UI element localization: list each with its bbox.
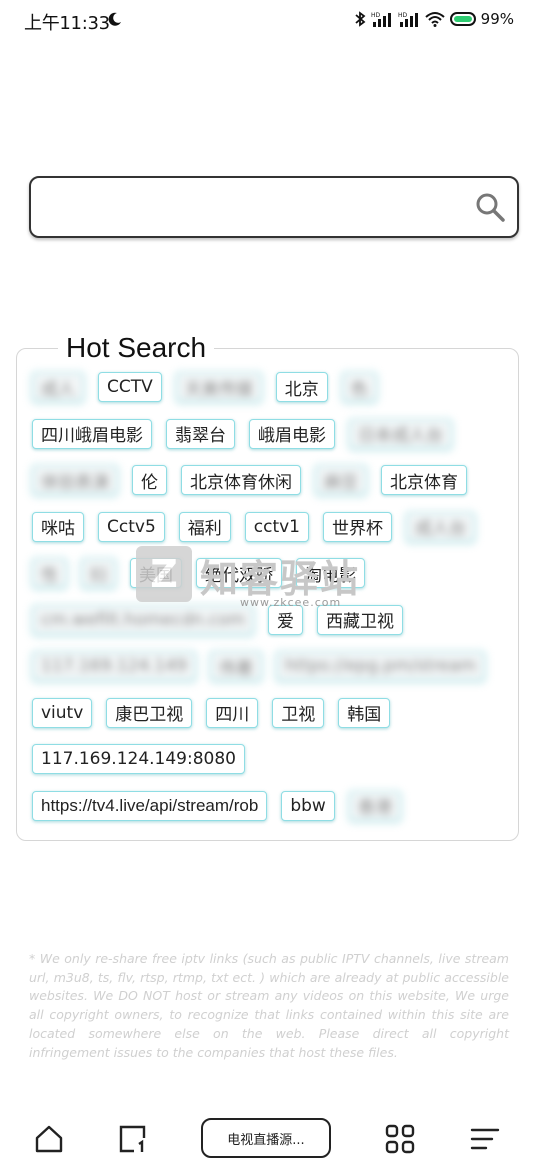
search-box	[29, 176, 519, 238]
hot-search-tag[interactable]: 四川	[206, 697, 259, 728]
hot-search-tag[interactable]: cm.wefilt.homecdn.com	[32, 604, 254, 635]
hot-search-tag[interactable]: 爱	[268, 604, 303, 635]
hot-search-tag[interactable]: 麻豆	[315, 465, 367, 495]
hot-search-tag[interactable]: 峨眉电影	[249, 418, 335, 449]
hot-search-tag[interactable]: 北京体育休闲	[181, 465, 301, 495]
battery-percent: 99%	[480, 10, 514, 28]
tag-row: https://tv4.live/api/stream/rob bbw 香港	[32, 790, 502, 821]
hot-search-tag[interactable]: 咪咕	[32, 511, 84, 542]
status-bar: 上午11:33 HD HD 99%	[0, 0, 542, 42]
hot-search-tag[interactable]: 妇	[81, 558, 116, 588]
hot-search-tag[interactable]: 伦	[132, 465, 167, 495]
tabs-icon[interactable]	[116, 1122, 150, 1156]
menu-icon[interactable]	[468, 1122, 502, 1156]
disclaimer-text: * We only re-share free iptv links (such…	[29, 951, 509, 1060]
search-icon[interactable]	[473, 190, 507, 224]
status-icons: HD HD 99%	[354, 10, 514, 28]
hot-search-tag[interactable]: 伟著	[210, 651, 263, 681]
hot-search-tag[interactable]: 北京	[275, 372, 328, 402]
tag-row: 117.169.124.149 伟著 https://epg.pm/stream	[32, 651, 502, 681]
home-icon[interactable]	[32, 1122, 66, 1156]
hot-search-tag[interactable]: 117.169.124.149	[32, 651, 197, 681]
battery-icon	[449, 12, 476, 26]
apps-grid-icon[interactable]	[383, 1122, 417, 1156]
hot-search-tag[interactable]: Cctv5	[98, 511, 165, 542]
moon-icon	[108, 12, 121, 26]
hot-search-tag[interactable]: 日本成人台	[349, 418, 452, 449]
tag-row: viutv 康巴卫视 四川 卫视 韩国	[32, 697, 502, 728]
tag-row: 117.169.124.149:8080	[32, 744, 502, 774]
hot-search-tag[interactable]: 北京体育	[381, 465, 467, 495]
svg-text:HD: HD	[398, 12, 408, 19]
hot-search-tag[interactable]: 性	[32, 558, 67, 588]
hot-search-tag[interactable]: bbw	[281, 790, 335, 821]
hot-search-title: Hot Search	[58, 332, 215, 364]
hot-search-tag[interactable]: 成人	[32, 372, 84, 402]
hot-search-tags: 成人 CCTV 天美传媒 北京色四川峨眉电影 翡翠台 峨眉电影 日本成人台 体验表演伦北京体育…	[32, 372, 502, 837]
hot-search-tag[interactable]: CCTV	[98, 372, 162, 402]
tag-row: 咪咕 Cctv5 福利 cctv1 世界杯 成人台	[32, 511, 502, 542]
hot-search-tag[interactable]: 体验表演	[32, 465, 118, 495]
hot-search-tag[interactable]: https://tv4.live/api/stream/rob	[32, 790, 268, 821]
hot-search-tag[interactable]: 四川峨眉电影	[32, 418, 152, 449]
hot-search-tag[interactable]: 世界杯	[323, 511, 393, 542]
bluetooth-icon	[355, 11, 366, 27]
tag-row: 四川峨眉电影 翡翠台 峨眉电影 日本成人台	[32, 418, 502, 449]
tag-row: 体验表演伦北京体育休闲 麻豆 北京体育	[32, 465, 502, 495]
hot-search-tag[interactable]: 翡翠台	[166, 418, 235, 449]
hot-search-tag[interactable]: 天美传媒	[175, 372, 262, 402]
hd-signal-icon: HD	[398, 12, 418, 27]
svg-text:HD: HD	[371, 12, 381, 19]
hot-search-tag[interactable]: 成人台	[406, 511, 476, 542]
hd-signal-icon: HD	[371, 12, 391, 27]
hot-search-tag[interactable]: 卫视	[272, 697, 325, 728]
hot-search-tag[interactable]: 色	[341, 372, 377, 402]
tag-row: 成人 CCTV 天美传媒 北京色	[32, 372, 502, 402]
hot-search-tag[interactable]: 淘电影	[296, 558, 365, 588]
hot-search-tag[interactable]: viutv	[32, 697, 93, 728]
bottom-nav: 电视直播源...	[0, 1110, 542, 1160]
tag-row: cm.wefilt.homecdn.com 爱西藏卫视	[32, 604, 502, 635]
hot-search-tag[interactable]: 西藏卫视	[317, 604, 403, 635]
search-input[interactable]	[43, 188, 467, 228]
hot-search-tag[interactable]: 美国	[130, 558, 182, 588]
hot-search-tag[interactable]: 117.169.124.149:8080	[32, 744, 245, 774]
hot-search-tag[interactable]: https://epg.pm/stream	[276, 651, 486, 681]
tag-row: 性妇美国 绝代双骄 淘电影	[32, 558, 502, 588]
hot-search-tag[interactable]: 康巴卫视	[106, 697, 193, 728]
hot-search-tag[interactable]: cctv1	[244, 511, 310, 542]
hot-search-tag[interactable]: 福利	[178, 511, 231, 542]
status-time: 上午11:33	[24, 13, 110, 34]
hot-search-tag[interactable]: 香港	[348, 790, 401, 821]
channel-button[interactable]: 电视直播源...	[201, 1118, 331, 1158]
hot-search-tag[interactable]: 绝代双骄	[196, 558, 282, 588]
hot-search-tag[interactable]: 韩国	[338, 697, 391, 728]
wifi-icon	[424, 12, 445, 27]
